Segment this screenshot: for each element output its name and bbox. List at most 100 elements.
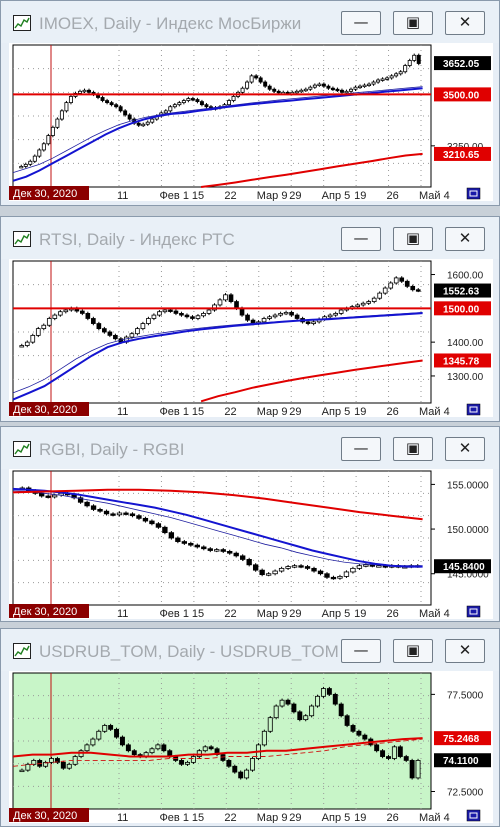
- chart-window-icon: [13, 15, 31, 31]
- maximize-button[interactable]: ▣: [393, 11, 433, 35]
- candle-body: [85, 313, 91, 319]
- x-tick-label: 22: [224, 608, 236, 619]
- candle-body: [343, 571, 350, 577]
- candle-body: [250, 758, 255, 771]
- x-tick-label: 15: [192, 190, 204, 201]
- candle-body: [155, 744, 161, 750]
- close-button[interactable]: ✕: [445, 437, 485, 461]
- candle-body: [37, 149, 42, 157]
- minimize-button[interactable]: —: [341, 227, 381, 251]
- x-tick-label: 19: [354, 812, 366, 823]
- chart-window-usdrub[interactable]: USDRUB_TOM, Daily - USDRUB_TOM — ▣ ✕ 11 Ф…: [0, 628, 500, 827]
- candle-body: [311, 321, 316, 324]
- price-chart[interactable]: 11 Фев 1 15 22 Мар 9 29 Апр 5 19 26 Май 4 155.0000…: [9, 469, 493, 619]
- candle-body: [285, 566, 291, 569]
- candle-body: [19, 166, 24, 169]
- x-tick-label: 29: [289, 608, 301, 619]
- candle-body: [168, 309, 173, 312]
- candle-body: [113, 334, 118, 340]
- chart-window-rtsi[interactable]: RTSI, Daily - Индекс РТС — ▣ ✕ 11 Фев 1 15…: [0, 216, 500, 422]
- close-button[interactable]: ✕: [445, 227, 485, 251]
- candle-body: [190, 316, 195, 319]
- x-tick-label: 29: [289, 812, 301, 823]
- close-button[interactable]: ✕: [445, 11, 485, 35]
- candle-body: [195, 315, 201, 319]
- candle-body: [220, 549, 226, 552]
- candle-body: [136, 515, 142, 519]
- template-icon[interactable]: [466, 187, 481, 200]
- candle-body: [409, 760, 415, 779]
- candle-body: [303, 715, 309, 721]
- candle-body: [142, 517, 149, 522]
- price-label-text: 1552.63: [443, 287, 480, 298]
- window-titlebar[interactable]: IMOEX, Daily - Индекс МосБиржи — ▣ ✕: [1, 1, 499, 43]
- minimize-button[interactable]: —: [341, 11, 381, 35]
- candle-body: [415, 760, 421, 779]
- chart-window-icon: [13, 441, 31, 457]
- chart-window-rgbi[interactable]: RGBI, Daily - RGBI — ▣ ✕ 11 Фев 1 15 22 Мар …: [0, 426, 500, 622]
- price-chart[interactable]: 11Фев 11522Мар 929Апр 51926Май 43250.003…: [9, 43, 493, 201]
- template-icon[interactable]: [466, 403, 481, 416]
- candle-body: [24, 341, 30, 346]
- minimize-button[interactable]: —: [341, 639, 381, 663]
- candle-body: [394, 73, 399, 77]
- y-tick-label: 1300.00: [447, 372, 484, 383]
- candle-body: [206, 309, 212, 314]
- chart-window-imoex[interactable]: IMOEX, Daily - Индекс МосБиржи — ▣ ✕ 11 Ф…: [0, 0, 500, 206]
- candle-body: [246, 559, 252, 566]
- candle-body: [32, 155, 37, 162]
- candle-body: [90, 505, 97, 510]
- candle-body: [63, 309, 69, 313]
- template-icon[interactable]: [466, 809, 481, 822]
- x-tick-label: 19: [354, 190, 366, 201]
- price-chart[interactable]: 11 Фев 1 15 22 Мар 9 29 Апр 5 19 26 Май 4 1600.00 1…: [9, 259, 493, 417]
- candle-body: [377, 292, 383, 299]
- x-tick-label: 22: [224, 812, 236, 823]
- candle-body: [179, 313, 184, 316]
- close-icon: ✕: [458, 439, 472, 457]
- candle-body: [240, 87, 245, 93]
- maximize-button[interactable]: ▣: [393, 639, 433, 663]
- candle-body: [356, 565, 363, 569]
- x-tick-label: Апр 5: [322, 812, 351, 823]
- candle-body: [239, 307, 245, 316]
- candle-body: [317, 570, 324, 575]
- cursor-date-label: Дек 30, 2020: [13, 404, 77, 416]
- candle-body: [344, 715, 350, 726]
- candle-body: [291, 565, 298, 568]
- candle-body: [179, 760, 185, 765]
- maximize-button[interactable]: ▣: [393, 437, 433, 461]
- candle-body: [141, 123, 146, 127]
- candle-body: [355, 304, 360, 308]
- x-tick-label: 22: [224, 190, 236, 201]
- window-titlebar[interactable]: RTSI, Daily - Индекс РТС — ▣ ✕: [1, 217, 499, 259]
- candle-body: [267, 316, 272, 319]
- maximize-button[interactable]: ▣: [393, 227, 433, 251]
- candle-body: [135, 328, 140, 335]
- candle-body: [30, 334, 36, 343]
- x-tick-label: 22: [224, 406, 236, 417]
- candle-body: [45, 495, 51, 498]
- window-title: USDRUB_TOM, Daily - USDRUB_TOM: [39, 642, 339, 661]
- candle-body: [168, 106, 173, 112]
- price-chart[interactable]: 11 Фев 1 15 22 Мар 9 29 Апр 5 19 26 Май 4 77.5000 7…: [9, 671, 493, 823]
- candle-body: [59, 110, 64, 120]
- window-titlebar[interactable]: RGBI, Daily - RGBI — ▣ ✕: [1, 427, 499, 469]
- window-titlebar[interactable]: USDRUB_TOM, Daily - USDRUB_TOM — ▣ ✕: [1, 629, 499, 671]
- candle-body: [312, 84, 317, 88]
- candle-body: [332, 693, 338, 705]
- candle-body: [123, 512, 129, 515]
- candle-body: [114, 728, 120, 738]
- candle-body: [326, 688, 332, 695]
- minimize-button[interactable]: —: [341, 437, 381, 461]
- template-icon[interactable]: [466, 605, 481, 618]
- candle-body: [233, 552, 239, 557]
- candle-body: [46, 318, 52, 326]
- candle-body: [72, 756, 78, 765]
- candle-body: [309, 705, 315, 717]
- candle-body: [228, 294, 234, 302]
- candle-body: [168, 532, 175, 539]
- close-button[interactable]: ✕: [445, 639, 485, 663]
- candle-body: [398, 71, 403, 75]
- x-tick-label: Апр 5: [322, 608, 351, 619]
